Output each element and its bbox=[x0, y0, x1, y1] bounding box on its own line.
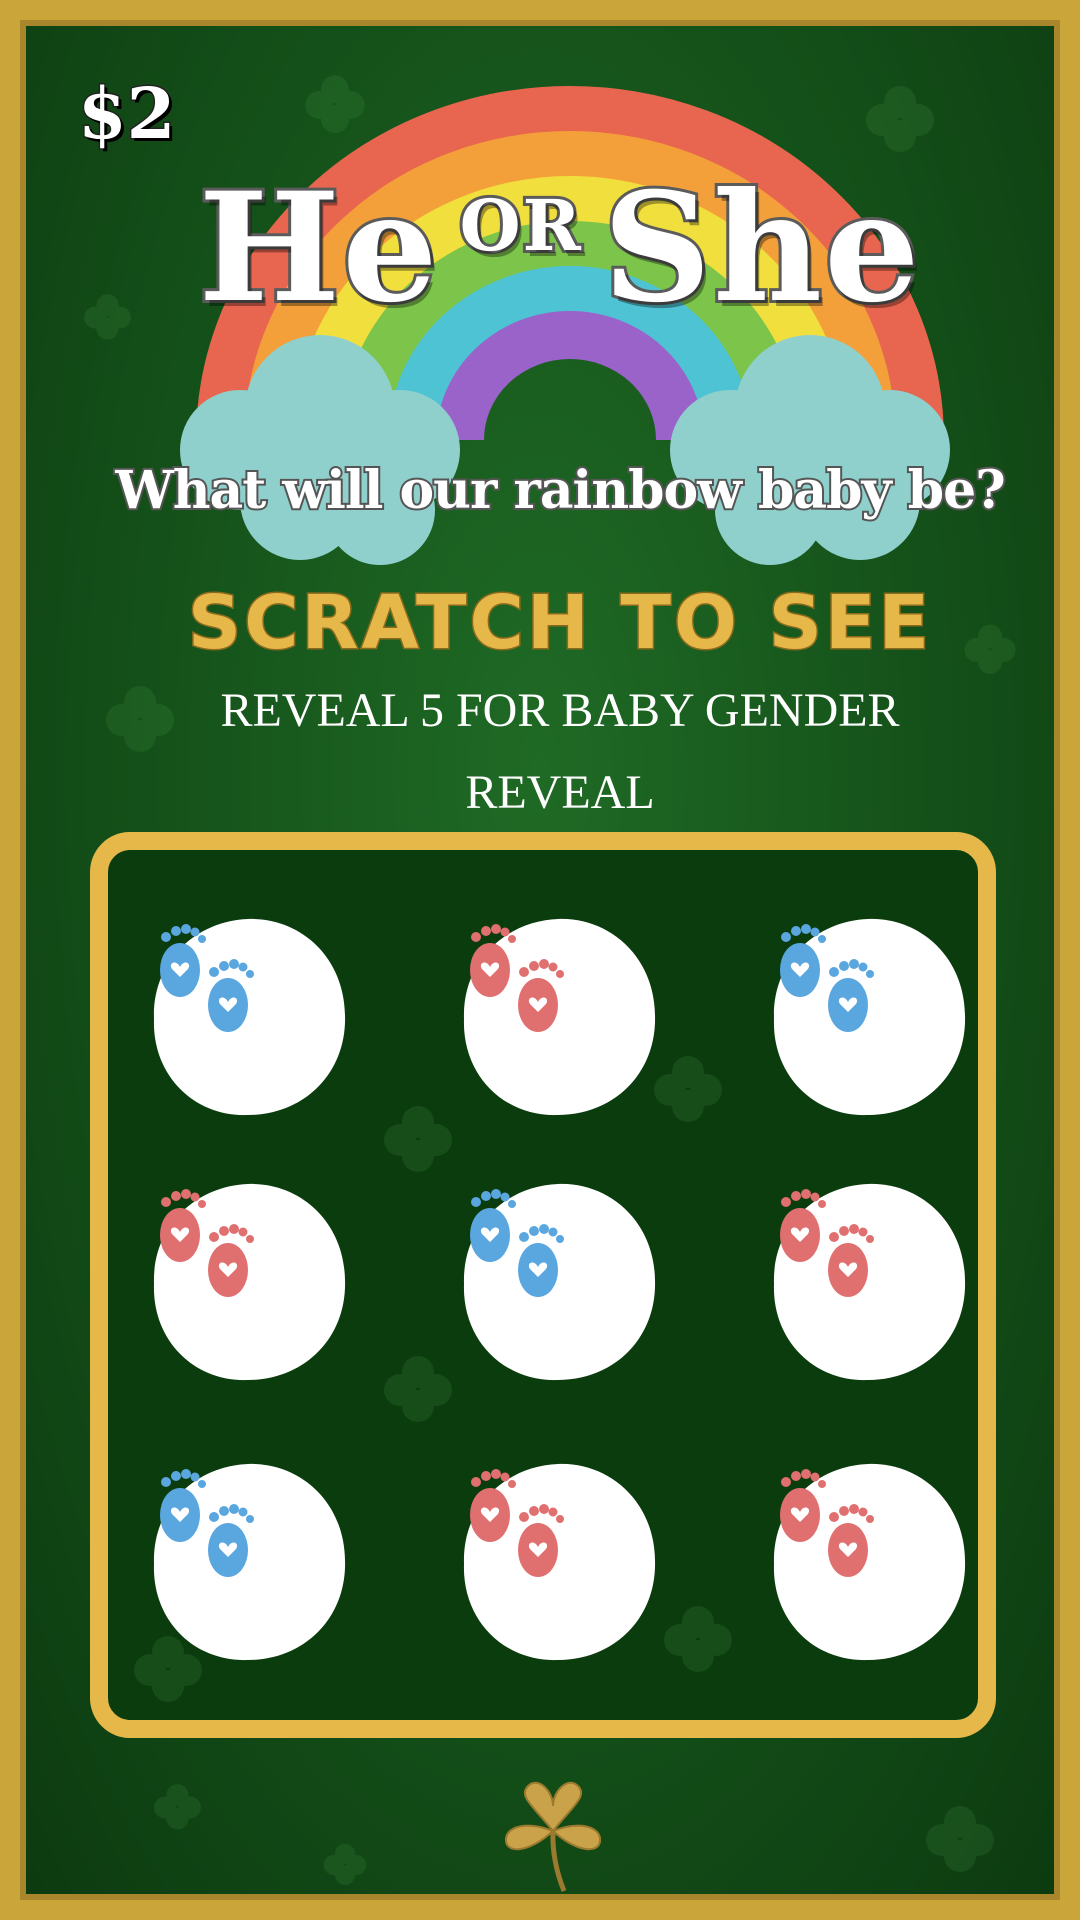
baby-feet-icon bbox=[160, 1469, 254, 1577]
baby-feet-icon bbox=[470, 1189, 564, 1297]
baby-feet-icon bbox=[160, 1189, 254, 1297]
scratch-tile-pink[interactable] bbox=[768, 1180, 968, 1384]
page-title: He OR She bbox=[20, 157, 1060, 339]
background-clover-icon bbox=[664, 1606, 732, 1672]
background-clover-icon bbox=[384, 1356, 452, 1422]
baby-feet-icon bbox=[470, 1469, 564, 1577]
background-clover-icon bbox=[154, 1784, 201, 1830]
baby-feet-icon bbox=[780, 1469, 874, 1577]
scratch-tile-pink[interactable] bbox=[458, 915, 658, 1119]
scratch-tile-pink[interactable] bbox=[458, 1460, 658, 1664]
baby-feet-icon bbox=[470, 924, 564, 1032]
subtitle: What will our rainbow baby be? bbox=[113, 458, 1007, 523]
scratch-tile-blue[interactable] bbox=[148, 1460, 348, 1664]
baby-feet-icon bbox=[160, 924, 254, 1032]
title-he: He bbox=[195, 157, 440, 339]
scratch-tile-pink[interactable] bbox=[768, 1460, 968, 1664]
instruction-text: REVEAL 5 FOR BABY GENDER REVEAL bbox=[220, 684, 900, 819]
title-she: She bbox=[600, 157, 923, 339]
scratch-tile-blue[interactable] bbox=[768, 915, 968, 1119]
title-or: OR bbox=[457, 181, 584, 270]
baby-feet-icon bbox=[780, 1189, 874, 1297]
background-clover-icon bbox=[384, 1106, 452, 1172]
background-clover-icon bbox=[323, 1843, 367, 1885]
scratch-heading: SCRATCH TO SEE bbox=[186, 579, 933, 668]
scratch-card: $2 He OR She What will our rainbow baby be… bbox=[0, 0, 1080, 1920]
scratch-tile-blue[interactable] bbox=[148, 915, 348, 1119]
scratch-grid bbox=[90, 832, 996, 1738]
background-clover-icon bbox=[926, 1806, 994, 1872]
scratch-tile-blue[interactable] bbox=[458, 1180, 658, 1384]
scratch-tile-pink[interactable] bbox=[148, 1180, 348, 1384]
price-label: $2 bbox=[76, 71, 176, 157]
baby-feet-icon bbox=[780, 924, 874, 1032]
background-clover-icon bbox=[654, 1056, 722, 1122]
gold-clover-icon bbox=[504, 1781, 602, 1892]
